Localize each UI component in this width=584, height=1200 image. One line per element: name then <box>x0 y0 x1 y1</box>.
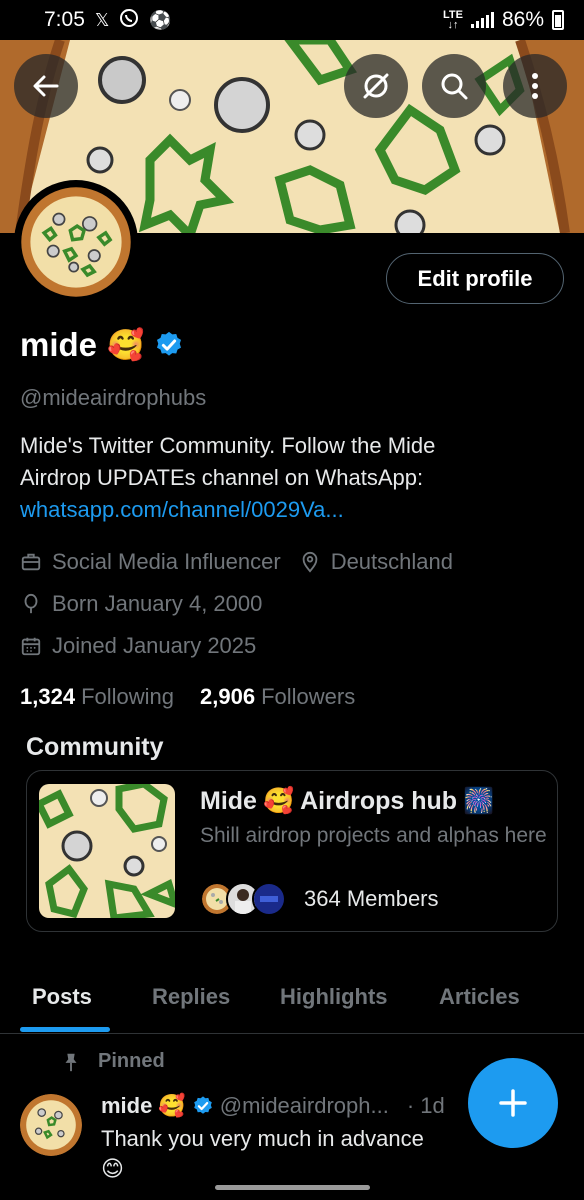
bio-link[interactable]: whatsapp.com/channel/0029Va... <box>20 494 560 526</box>
community-pizza-image <box>39 784 175 918</box>
post-avatar[interactable] <box>20 1094 82 1156</box>
fireworks-emoji: 🎆 <box>463 787 495 815</box>
grok-icon <box>363 73 389 99</box>
post-text[interactable]: Thank you very much in advance 😊 <box>101 1124 424 1184</box>
profile-joined-date: Joined January 2025 <box>52 633 257 658</box>
post-text-body: Thank you very much in advance <box>101 1126 424 1151</box>
tab-highlights[interactable]: Highlights <box>280 984 388 1010</box>
x-icon: 𝕏 <box>94 9 110 30</box>
more-button[interactable] <box>503 54 567 118</box>
community-section-title: Community <box>26 733 164 761</box>
post-author-emoji: 🥰 <box>158 1093 186 1118</box>
community-member-count: 364 Members <box>304 886 439 911</box>
gesture-home-bar[interactable] <box>215 1185 370 1190</box>
community-name: Mide 🥰 Airdrops hub 🎆 <box>200 787 494 816</box>
profile-meta-row-2: Born January 4, 2000 <box>20 591 262 617</box>
profile-category: Social Media Influencer <box>52 549 281 574</box>
profile-meta-row-1: Social Media Influencer Deutschland <box>20 549 453 575</box>
grok-button[interactable] <box>344 54 408 118</box>
post-author-name[interactable]: mide <box>101 1093 152 1119</box>
search-button[interactable] <box>422 54 486 118</box>
community-name-first: Mide <box>200 787 257 815</box>
post-header: mide 🥰 @mideairdroph... · 1d <box>101 1093 445 1119</box>
pinned-label: Pinned <box>98 1050 165 1072</box>
following-count: 1,324 <box>20 684 76 709</box>
pinned-indicator: Pinned <box>60 1050 165 1073</box>
community-thumbnail <box>39 784 175 918</box>
followers-link[interactable]: 2,906 Followers <box>200 684 355 710</box>
arrow-left-icon <box>33 75 59 97</box>
post-time: · 1d <box>406 1093 445 1118</box>
profile-avatar[interactable] <box>14 180 138 304</box>
profile-name-row: mide 🥰 <box>20 326 184 364</box>
plus-icon <box>499 1089 527 1117</box>
profile-location: Deutschland <box>330 549 453 574</box>
community-name-emoji: 🥰 <box>262 787 295 815</box>
pizza-avatar-image <box>21 187 131 297</box>
tab-articles[interactable]: Articles <box>439 984 520 1010</box>
followers-label: Followers <box>261 684 356 709</box>
pizza-avatar-image <box>20 1094 82 1156</box>
profile-meta-row-3: Joined January 2025 <box>20 633 256 659</box>
community-description: Shill airdrop projects and alphas here <box>200 824 547 847</box>
battery-icon <box>552 10 564 30</box>
profile-birthdate: Born January 4, 2000 <box>52 591 263 616</box>
search-icon <box>441 73 468 100</box>
location-pin-icon <box>302 551 318 573</box>
pin-icon <box>65 1053 77 1071</box>
tab-posts[interactable]: Posts <box>32 984 92 1010</box>
following-label: Following <box>81 684 174 709</box>
back-button[interactable] <box>14 54 78 118</box>
tab-replies[interactable]: Replies <box>152 984 230 1010</box>
soccer-ball-icon: ⚽ <box>149 9 172 30</box>
verified-badge-icon <box>193 1096 212 1114</box>
profile-handle: @mideairdrophubs <box>20 385 207 410</box>
lte-indicator: LTE ↓↑ <box>443 9 463 31</box>
status-time: 7:05 <box>44 8 85 31</box>
calendar-icon <box>21 637 41 656</box>
whatsapp-icon <box>119 8 139 33</box>
post-text-emoji: 😊 <box>101 1156 124 1181</box>
status-bar: 7:05 𝕏 ⚽ LTE ↓↑ 86% <box>0 0 584 40</box>
profile-name: mide <box>20 326 98 363</box>
followers-count: 2,906 <box>200 684 256 709</box>
member-avatar <box>252 882 286 916</box>
community-members-row: 364 Members <box>200 882 439 916</box>
verified-badge-icon[interactable] <box>154 330 184 360</box>
following-link[interactable]: 1,324 Following <box>20 684 174 710</box>
active-tab-indicator <box>20 1027 110 1032</box>
community-name-rest: Airdrops hub <box>300 787 458 815</box>
bio-line-2: Airdrop UPDATEs channel on WhatsApp: <box>20 465 424 490</box>
briefcase-icon <box>21 553 41 571</box>
bio-line-1: Mide's Twitter Community. Follow the Mid… <box>20 433 436 458</box>
follow-counts: 1,324 Following 2,906 Followers <box>20 684 355 710</box>
profile-tabs: Posts Replies Highlights Articles <box>0 972 584 1034</box>
post-author-handle: @mideairdroph... <box>219 1093 389 1118</box>
battery-percent: 86% <box>501 8 544 31</box>
more-vertical-icon <box>532 73 538 99</box>
balloon-icon <box>24 593 38 614</box>
signal-icon <box>470 12 494 28</box>
compose-post-button[interactable] <box>468 1058 558 1148</box>
profile-bio: Mide's Twitter Community. Follow the Mid… <box>20 430 560 526</box>
profile-name-emoji: 🥰 <box>107 328 145 362</box>
edit-profile-button[interactable]: Edit profile <box>386 253 564 304</box>
community-card[interactable]: Mide 🥰 Airdrops hub 🎆 Shill airdrop proj… <box>26 770 558 932</box>
